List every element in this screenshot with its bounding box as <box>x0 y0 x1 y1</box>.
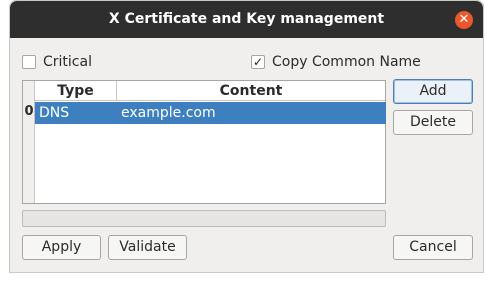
table-corner[interactable] <box>23 81 35 101</box>
table-row[interactable]: DNS example.com <box>35 102 386 124</box>
apply-button[interactable]: Apply <box>22 235 101 260</box>
window-title: X Certificate and Key management <box>108 11 385 27</box>
san-table[interactable]: Type Content 0 DNS example.com <box>22 80 386 204</box>
delete-button[interactable]: Delete <box>393 110 473 135</box>
critical-checkbox-box[interactable] <box>22 55 36 69</box>
critical-checkbox[interactable]: Critical <box>22 53 92 71</box>
column-header-content[interactable]: Content <box>117 81 385 101</box>
copy-common-name-label: Copy Common Name <box>272 54 421 70</box>
cancel-button[interactable]: Cancel <box>393 235 473 260</box>
copy-common-name-checkbox[interactable]: ✓ Copy Common Name <box>251 53 421 71</box>
type-cell[interactable]: DNS <box>35 102 117 124</box>
row-header[interactable]: 0 <box>23 101 35 123</box>
table-header: Type Content <box>23 81 385 101</box>
column-header-type[interactable]: Type <box>35 81 117 101</box>
san-editor-dialog: X Certificate and Key management ✕ Criti… <box>9 0 484 273</box>
critical-label: Critical <box>43 54 92 70</box>
title-bar[interactable]: X Certificate and Key management ✕ <box>10 1 483 38</box>
close-icon[interactable]: ✕ <box>455 11 473 29</box>
validate-button[interactable]: Validate <box>108 235 187 260</box>
content-cell[interactable]: example.com <box>117 102 386 124</box>
add-button[interactable]: Add <box>393 79 473 104</box>
copy-common-name-checkbox-box[interactable]: ✓ <box>251 55 265 69</box>
validation-status-bar <box>22 210 386 227</box>
